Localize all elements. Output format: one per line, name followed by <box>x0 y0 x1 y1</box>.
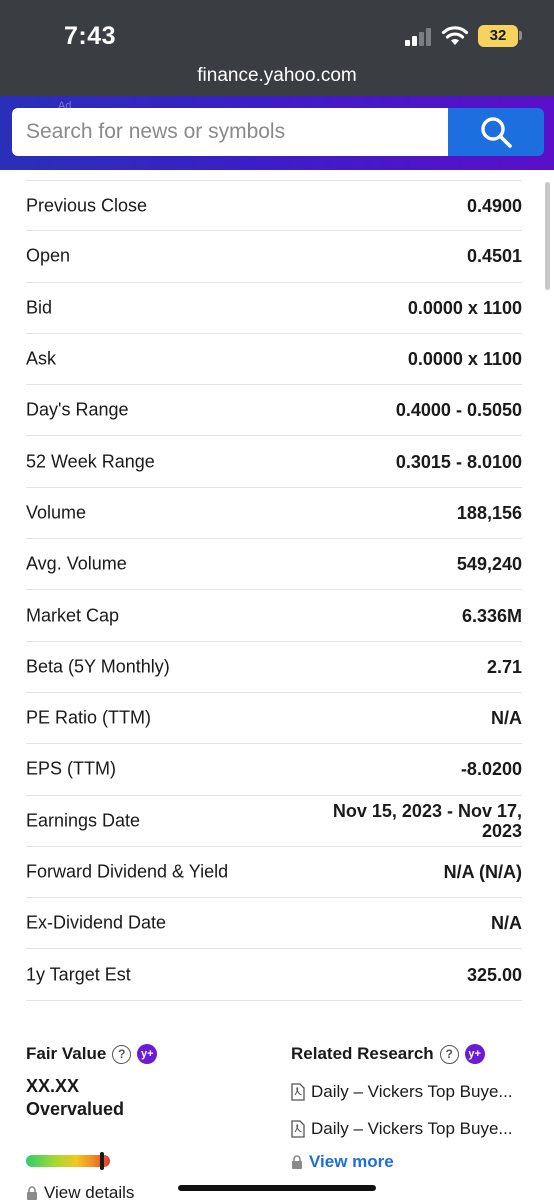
stat-value: N/A <box>491 913 522 934</box>
stat-label: Earnings Date <box>26 810 141 831</box>
home-indicator[interactable] <box>178 1185 376 1191</box>
status-time: 7:43 <box>64 22 117 50</box>
stat-label: Market Cap <box>26 605 120 626</box>
stat-label: Open <box>26 245 71 266</box>
stat-value: 0.4900 <box>466 195 522 216</box>
research-item[interactable]: Daily – Vickers Top Buye... <box>291 1119 513 1139</box>
stat-label: 1y Target Est <box>26 964 131 985</box>
related-research-title: Related Research <box>291 1044 434 1063</box>
stat-value: Nov 15, 2023 - Nov 17, 2023 <box>332 800 522 841</box>
lock-icon <box>292 1155 302 1169</box>
stat-row-target-est: 1y Target Est 325.00 <box>26 949 522 1001</box>
stat-label: Avg. Volume <box>26 553 127 574</box>
search-icon <box>481 117 512 148</box>
stat-label: EPS (TTM) <box>26 758 116 779</box>
help-icon[interactable]: ? <box>439 1044 459 1064</box>
stat-value: 0.4000 - 0.5050 <box>395 400 522 421</box>
stat-row-volume: Volume 188,156 <box>26 488 522 540</box>
stat-label: Previous Close <box>26 195 148 216</box>
pdf-icon <box>291 1083 305 1101</box>
stat-row-ex-dividend-date: Ex-Dividend Date N/A <box>26 898 522 950</box>
view-more-label: View more <box>309 1152 394 1171</box>
stat-value: N/A <box>491 708 522 729</box>
stat-row-days-range: Day's Range 0.4000 - 0.5050 <box>26 385 522 437</box>
view-more-link[interactable]: View more <box>291 1152 394 1172</box>
battery-tip <box>519 31 522 40</box>
cellular-signal-icon <box>405 28 431 46</box>
stat-value: N/A (N/A) <box>443 862 522 882</box>
battery-indicator: 32 <box>478 25 518 47</box>
stat-label: Beta (5Y Monthly) <box>26 656 170 677</box>
stat-row-avg-volume: Avg. Volume 549,240 <box>26 539 522 591</box>
stat-value: -8.0200 <box>460 759 522 780</box>
related-research-heading: Related Research ? y+ <box>291 1044 485 1064</box>
view-details-link[interactable]: View details <box>26 1183 134 1203</box>
pdf-icon <box>291 1120 305 1138</box>
fair-value-title: Fair Value <box>26 1044 107 1063</box>
url-bar[interactable]: finance.yahoo.com <box>0 62 554 96</box>
stat-label: PE Ratio (TTM) <box>26 707 152 728</box>
stat-row-52-week-range: 52 Week Range 0.3015 - 8.0100 <box>26 436 522 488</box>
help-icon[interactable]: ? <box>112 1044 132 1064</box>
stat-value: 325.00 <box>466 964 522 985</box>
stat-label: 52 Week Range <box>26 451 155 472</box>
research-item-label: Daily – Vickers Top Buye... <box>311 1082 513 1101</box>
research-item[interactable]: Daily – Vickers Top Buye... <box>291 1082 513 1102</box>
stat-value: 549,240 <box>456 554 522 575</box>
stat-value: 0.3015 - 8.0100 <box>395 451 522 472</box>
stat-label: Day's Range <box>26 399 129 420</box>
stat-label: Volume <box>26 502 87 523</box>
fair-value-amount: XX.XX <box>26 1076 80 1096</box>
stat-value: 188,156 <box>456 502 522 523</box>
scrollbar[interactable] <box>545 182 550 290</box>
fair-value-status: Overvalued <box>26 1099 125 1119</box>
status-bar: 7:43 32 <box>0 0 554 62</box>
stat-row-previous-close: Previous Close 0.4900 <box>26 180 522 232</box>
premium-badge-icon: y+ <box>137 1044 158 1064</box>
stat-row-earnings-date: Earnings Date Nov 15, 2023 - Nov 17, 2023 <box>26 796 522 847</box>
research-item-label: Daily – Vickers Top Buye... <box>311 1119 513 1138</box>
stat-row-ask: Ask 0.0000 x 1100 <box>26 334 522 386</box>
stat-row-bid: Bid 0.0000 x 1100 <box>26 283 522 334</box>
stat-row-market-cap: Market Cap 6.336M <box>26 590 522 642</box>
lock-icon <box>27 1186 37 1200</box>
valuation-meter-marker <box>100 1152 104 1170</box>
search-button[interactable] <box>448 108 544 156</box>
quote-statistics-table: Previous Close 0.4900 Open 0.4501 Bid 0.000… <box>26 180 522 1001</box>
stat-value: 0.0000 x 1100 <box>407 297 522 318</box>
stat-row-forward-dividend: Forward Dividend & Yield N/A (N/A) <box>26 847 522 899</box>
stat-row-pe-ratio: PE Ratio (TTM) N/A <box>26 693 522 745</box>
stat-label: Ex-Dividend Date <box>26 912 167 933</box>
stat-value: 6.336M <box>461 605 522 626</box>
stat-row-beta: Beta (5Y Monthly) 2.71 <box>26 642 522 693</box>
stat-label: Forward Dividend & Yield <box>26 861 229 882</box>
stat-value: 0.0000 x 1100 <box>407 349 522 370</box>
stat-label: Ask <box>26 348 57 369</box>
stat-value: 2.71 <box>486 656 522 677</box>
view-details-label: View details <box>44 1183 135 1202</box>
premium-badge-icon: y+ <box>464 1044 485 1064</box>
stat-row-eps: EPS (TTM) -8.0200 <box>26 744 522 796</box>
valuation-meter <box>26 1155 110 1167</box>
wifi-icon <box>441 26 469 45</box>
url-text: finance.yahoo.com <box>197 65 357 86</box>
stat-value: 0.4501 <box>466 246 522 267</box>
fair-value-heading: Fair Value ? y+ <box>26 1044 158 1064</box>
stat-label: Bid <box>26 297 53 318</box>
search-input[interactable] <box>12 108 448 156</box>
stat-row-open: Open 0.4501 <box>26 231 522 283</box>
